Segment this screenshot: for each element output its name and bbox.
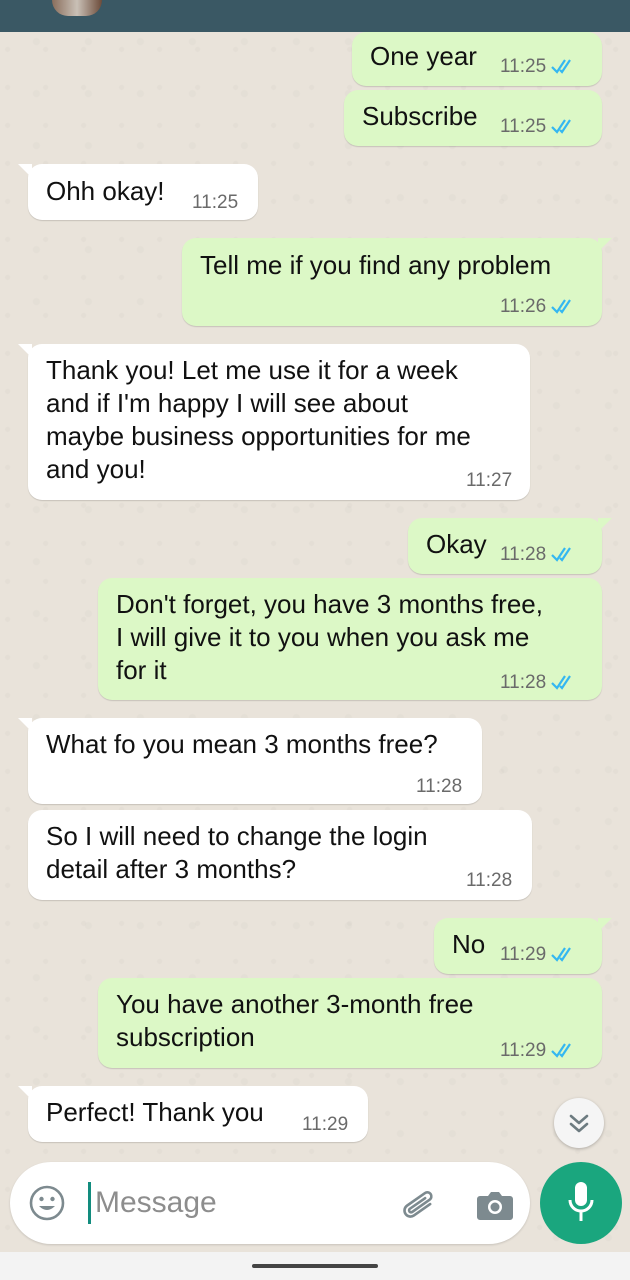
message-time: 11:25	[500, 116, 547, 137]
message-time: 11:29	[302, 1114, 349, 1135]
message-text: Thank you! Let me use it for a week and …	[46, 355, 471, 484]
message-bubble-incoming[interactable]: So I will need to change the login detai…	[28, 810, 532, 900]
message-composer[interactable]: Message	[10, 1162, 530, 1244]
read-receipt-icon	[551, 299, 572, 314]
emoji-icon[interactable]	[28, 1184, 66, 1222]
message-bubble-outgoing[interactable]: Tell me if you find any problem 11:26	[182, 238, 612, 326]
contact-avatar[interactable]	[52, 0, 102, 16]
message-text: What fo you mean 3 months free?	[46, 729, 438, 759]
message-meta: 11:29	[500, 944, 577, 966]
chat-header[interactable]	[0, 0, 630, 32]
message-time: 11:25	[500, 56, 547, 77]
message-text: Perfect! Thank you	[46, 1097, 264, 1127]
message-meta: 11:25	[192, 192, 238, 214]
message-text: One year	[370, 41, 477, 71]
message-time: 11:28	[500, 544, 547, 565]
message-time: 11:29	[500, 1040, 547, 1061]
attach-icon[interactable]	[398, 1184, 438, 1224]
message-text: Ohh okay!	[46, 176, 165, 206]
message-bubble-incoming[interactable]: Perfect! Thank you 11:29	[18, 1086, 368, 1142]
message-text: Subscribe	[362, 101, 478, 131]
voice-message-button[interactable]	[540, 1162, 622, 1244]
message-bubble-outgoing[interactable]: One year 11:25	[352, 32, 602, 86]
home-gesture-handle[interactable]	[252, 1264, 378, 1268]
message-bubble-incoming[interactable]: Thank you! Let me use it for a week and …	[18, 344, 530, 500]
message-bubble-outgoing[interactable]: Subscribe 11:25	[344, 90, 602, 146]
message-time: 11:28	[466, 870, 513, 891]
message-bubble-outgoing[interactable]: You have another 3-month free subscripti…	[98, 978, 602, 1068]
message-meta: 11:25	[500, 56, 577, 78]
message-bubble-outgoing[interactable]: Okay 11:28	[408, 518, 612, 574]
message-bubble-incoming[interactable]: Ohh okay! 11:25	[18, 164, 258, 220]
message-bubble-outgoing[interactable]: Don't forget, you have 3 months free, I …	[98, 578, 602, 700]
message-time: 11:26	[500, 296, 547, 317]
message-text: You have another 3-month free subscripti…	[116, 989, 474, 1052]
message-meta: 11:26	[500, 296, 577, 318]
message-time: 11:27	[466, 470, 513, 491]
message-meta: 11:29	[302, 1114, 348, 1136]
scroll-to-bottom-button[interactable]	[554, 1098, 604, 1148]
read-receipt-icon	[551, 1043, 572, 1058]
read-receipt-icon	[551, 119, 572, 134]
message-meta: 11:29	[500, 1040, 577, 1062]
message-meta: 11:28	[466, 870, 512, 892]
mic-icon	[568, 1182, 594, 1221]
camera-icon[interactable]	[474, 1184, 516, 1224]
double-chevron-down-icon	[569, 1114, 589, 1133]
message-meta: 11:27	[466, 470, 512, 492]
message-time: 11:28	[500, 672, 547, 693]
message-text: Don't forget, you have 3 months free, I …	[116, 589, 543, 685]
message-time: 11:25	[192, 192, 239, 213]
text-cursor	[88, 1182, 91, 1224]
read-receipt-icon	[551, 947, 572, 962]
message-time: 11:29	[500, 944, 547, 965]
message-input[interactable]: Message	[95, 1184, 217, 1222]
message-meta: 11:28	[500, 544, 577, 566]
read-receipt-icon	[551, 59, 572, 74]
message-time: 11:28	[416, 776, 463, 797]
message-bubble-outgoing[interactable]: No 11:29	[434, 918, 612, 974]
system-navigation-bar	[0, 1252, 630, 1280]
message-meta: 11:28	[500, 672, 577, 694]
message-text: Okay	[426, 529, 487, 559]
read-receipt-icon	[551, 547, 572, 562]
message-text: Tell me if you find any problem	[200, 250, 552, 280]
message-text: So I will need to change the login detai…	[46, 821, 428, 884]
message-text: No	[452, 929, 486, 959]
read-receipt-icon	[551, 675, 572, 690]
message-meta: 11:25	[500, 116, 577, 138]
message-bubble-incoming[interactable]: What fo you mean 3 months free? 11:28	[18, 718, 482, 804]
message-meta: 11:28	[416, 776, 462, 798]
